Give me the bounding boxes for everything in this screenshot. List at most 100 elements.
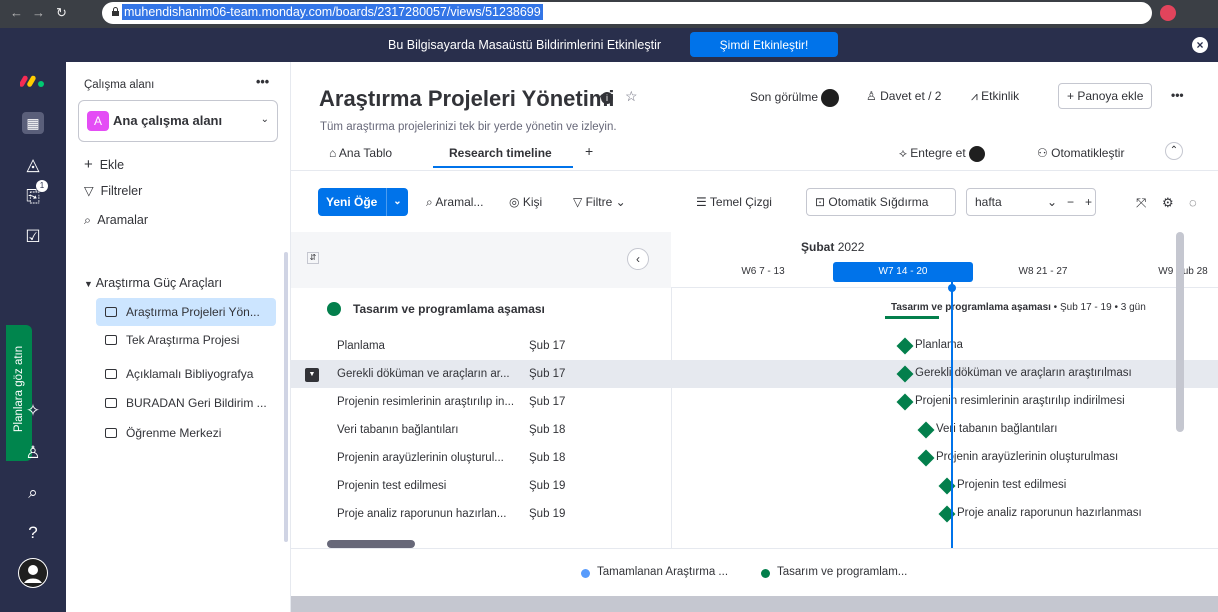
- invite-button[interactable]: ♙ Davet et / 2: [866, 89, 941, 103]
- task-name[interactable]: Projenin resimlerinin araştırılıp in...: [337, 388, 517, 416]
- task-row[interactable]: Projenin test edilmesi Şub 19: [291, 472, 671, 500]
- forward-icon[interactable]: →: [32, 5, 45, 20]
- vertical-scrollbar[interactable]: [1176, 232, 1184, 432]
- new-item-button[interactable]: Yeni Öğe ⌄: [318, 188, 408, 216]
- person-filter-button[interactable]: ◎ Kişi: [509, 195, 542, 209]
- sidebar-scrollbar[interactable]: [284, 252, 288, 542]
- board-item[interactable]: Tek Araştırma Projesi: [96, 326, 276, 354]
- url-text[interactable]: muhendishanim06-team.monday.com/boards/2…: [122, 4, 543, 20]
- milestone-diamond[interactable]: [896, 393, 914, 411]
- search-icon[interactable]: ⌕: [22, 482, 44, 504]
- chevron-down-icon[interactable]: ⌄: [386, 188, 408, 216]
- task-row[interactable]: Gerekli döküman ve araçların ar... Şub 17: [291, 360, 671, 388]
- group-name[interactable]: Tasarım ve programlama aşaması: [353, 302, 545, 316]
- avatar[interactable]: [18, 558, 48, 588]
- filter-button[interactable]: ▽ Filtre ⌄: [573, 195, 626, 209]
- search-button[interactable]: ⌕ Aramal...: [426, 195, 483, 210]
- filters-button[interactable]: ▽ Filtreler: [84, 183, 142, 198]
- group-summary-bar[interactable]: [885, 316, 939, 319]
- scale-select[interactable]: hafta ⌄ − +: [966, 188, 1096, 216]
- my-work-icon[interactable]: ☑: [22, 226, 44, 248]
- browse-templates-tab[interactable]: Planlara göz atın: [6, 325, 32, 461]
- more-icon[interactable]: •••: [256, 75, 269, 89]
- gantt-header-left: [291, 232, 671, 288]
- board-item[interactable]: Açıklamalı Bibliyografya: [96, 360, 276, 388]
- month-name: Şubat: [801, 240, 835, 254]
- collapse-header-icon[interactable]: ⌃: [1165, 142, 1183, 160]
- week-label: W9 Şub 28: [1158, 266, 1208, 277]
- horizontal-scrollbar-thumb[interactable]: [327, 540, 415, 548]
- task-date: Şub 17: [529, 340, 566, 352]
- tab-research-timeline[interactable]: Research timeline: [449, 146, 552, 160]
- task-date: Şub 19: [529, 508, 566, 520]
- task-name[interactable]: Projenin test edilmesi: [337, 472, 517, 500]
- task-name[interactable]: Projenin arayüzlerinin oluşturul...: [337, 444, 517, 472]
- row-menu-icon[interactable]: ▼: [305, 368, 319, 382]
- legend-item[interactable]: Tasarım ve programlam...: [777, 566, 907, 578]
- dashboard-item[interactable]: BURADAN Geri Bildirim ...: [96, 389, 276, 417]
- workspace-selector[interactable]: A Ana çalışma alanı ⌄: [78, 100, 278, 142]
- task-date: Şub 18: [529, 452, 566, 464]
- task-name[interactable]: Gerekli döküman ve araçların ar...: [337, 360, 517, 388]
- page-horizontal-scrollbar[interactable]: [291, 596, 1218, 612]
- inbox-icon[interactable]: ⎘ 1: [22, 180, 48, 208]
- invite-user-icon: ♙: [866, 89, 877, 103]
- task-row[interactable]: Proje analiz raporunun hazırlan... Şub 19: [291, 500, 671, 528]
- add-button[interactable]: + Ekle: [84, 156, 124, 173]
- searches-button[interactable]: ⌕ Aramalar: [84, 213, 148, 228]
- task-name[interactable]: Planlama: [337, 332, 517, 360]
- enable-notifications-button[interactable]: Şimdi Etkinleştir!: [690, 32, 838, 57]
- settings-icon[interactable]: ⚙: [1162, 195, 1174, 211]
- close-icon[interactable]: ×: [1192, 37, 1208, 53]
- fullscreen-icon[interactable]: ⤧: [1136, 195, 1146, 211]
- milestone-label: Proje analiz raporunun hazırlanması: [957, 507, 1142, 519]
- task-row[interactable]: Projenin resimlerinin araştırılıp in... Ş…: [291, 388, 671, 416]
- task-name[interactable]: Proje analiz raporunun hazırlan...: [337, 500, 517, 528]
- task-row[interactable]: Projenin arayüzlerinin oluşturul... Şub 1…: [291, 444, 671, 472]
- invite-label: Davet et / 2: [880, 89, 942, 103]
- dashboard-item[interactable]: Öğrenme Merkezi: [96, 419, 276, 447]
- milestone-label: Gerekli döküman ve araçların araştırılma…: [915, 367, 1132, 379]
- baseline-button[interactable]: ☰ Temel Çizgi: [696, 195, 772, 209]
- milestone-diamond[interactable]: [917, 421, 935, 439]
- integrate-button[interactable]: ⟡ Entegre et: [899, 146, 985, 162]
- auto-fit-button[interactable]: ⊡ Otomatik Sığdırma: [806, 188, 956, 216]
- board-icon: [105, 369, 117, 379]
- puzzle-icon[interactable]: ✧: [22, 400, 44, 422]
- monday-logo[interactable]: [20, 72, 46, 88]
- milestone-diamond[interactable]: [896, 337, 914, 355]
- collapse-all-icon[interactable]: ⇵: [307, 252, 319, 264]
- last-seen-button[interactable]: Son görülme: [750, 89, 840, 107]
- legend-item[interactable]: Tamamlanan Araştırma ...: [597, 566, 728, 578]
- tab-main-table[interactable]: ⌂ Ana Tablo: [329, 146, 392, 160]
- task-row[interactable]: Veri tabanın bağlantıları Şub 18: [291, 416, 671, 444]
- bell-icon[interactable]: ◬: [22, 154, 44, 176]
- add-to-board-button[interactable]: + Panoya ekle: [1058, 83, 1153, 109]
- page-title[interactable]: Araştırma Projeleri Yönetimi: [319, 86, 615, 112]
- scroll-left-icon[interactable]: ‹: [627, 248, 649, 270]
- task-name[interactable]: Veri tabanın bağlantıları: [337, 416, 517, 444]
- milestone-diamond[interactable]: [917, 449, 935, 467]
- activity-icon: ⩘: [971, 89, 978, 103]
- star-icon[interactable]: ☆: [625, 88, 638, 105]
- activity-button[interactable]: ⩘ Etkinlik: [971, 89, 1019, 104]
- task-row[interactable]: Planlama Şub 17: [291, 332, 671, 360]
- comment-icon[interactable]: ◌: [1189, 195, 1197, 210]
- info-icon[interactable]: i: [601, 92, 613, 104]
- profile-icon[interactable]: [1160, 5, 1176, 24]
- more-icon[interactable]: •••: [1171, 88, 1184, 102]
- back-icon[interactable]: ←: [10, 5, 23, 20]
- home-grid-icon[interactable]: ▦: [22, 112, 44, 134]
- zoom-out-icon[interactable]: −: [1067, 189, 1074, 215]
- invite-user-icon[interactable]: ♙: [22, 442, 44, 464]
- legend-dot: [581, 569, 590, 578]
- reload-icon[interactable]: ↻: [56, 5, 67, 21]
- automate-button[interactable]: ⚇ Otomatikleştir: [1037, 146, 1124, 160]
- help-icon[interactable]: ?: [22, 522, 44, 544]
- board-item[interactable]: Araştırma Projeleri Yön...: [96, 298, 276, 326]
- folder-item[interactable]: ▼ Araştırma Güç Araçları: [84, 276, 222, 290]
- zoom-in-icon[interactable]: +: [1085, 189, 1092, 215]
- add-view-button[interactable]: +: [585, 143, 593, 159]
- group-summary-name: Tasarım ve programlama aşaması: [891, 302, 1051, 313]
- group-summary-meta: • Şub 17 - 19 • 3 gün: [1050, 302, 1146, 313]
